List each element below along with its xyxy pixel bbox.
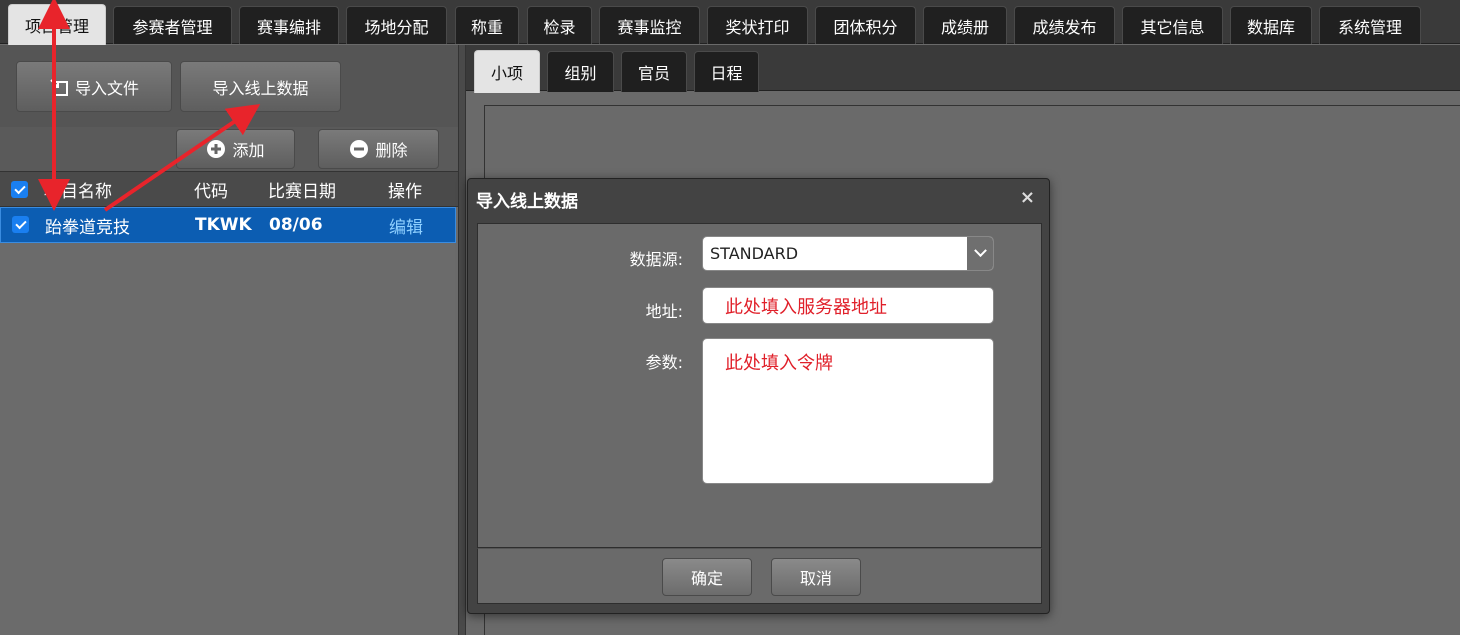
tab-event-scheduling[interactable]: 赛事编排	[239, 6, 339, 44]
import-file-label: 导入文件	[74, 78, 139, 98]
sub-tab-bar: 小项 组别 官员 日程	[466, 45, 1460, 93]
tab-system-management[interactable]: 系统管理	[1319, 6, 1421, 44]
tab-participant-management[interactable]: 参赛者管理	[113, 6, 232, 44]
address-label: 地址:	[645, 302, 683, 321]
select-all-checkbox[interactable]	[11, 181, 28, 198]
add-label: 添加	[232, 141, 265, 160]
confirm-button[interactable]: 确定	[662, 558, 752, 596]
datasource-value: STANDARD	[710, 244, 799, 263]
dialog-body: 数据源: STANDARD 地址: 此处填入服务器地址 参数: 此处填入令牌	[477, 223, 1042, 548]
col-action: 操作	[388, 181, 422, 202]
col-match-date[interactable]: 比赛日期	[268, 172, 336, 206]
datasource-label: 数据源:	[629, 250, 683, 269]
project-list-panel: 导入文件 导入线上数据 添加 删除 项目名称 代码 比赛日期 操作 跆拳道竞技 …	[0, 45, 458, 635]
tab-check-in[interactable]: 检录	[527, 6, 592, 44]
row-code: TKWK	[195, 215, 252, 235]
datasource-select[interactable]: STANDARD	[702, 236, 994, 271]
edit-link[interactable]: 编辑	[389, 208, 423, 242]
address-value: 此处填入服务器地址	[725, 296, 887, 318]
tab-database[interactable]: 数据库	[1230, 6, 1312, 44]
minus-circle-icon	[350, 140, 369, 158]
tab-officials[interactable]: 官员	[621, 51, 687, 92]
import-online-data-button[interactable]: 导入线上数据	[180, 61, 341, 112]
panel-splitter[interactable]	[458, 45, 466, 635]
params-label: 参数:	[645, 353, 683, 372]
col-project-name[interactable]: 项目名称	[44, 172, 112, 206]
address-input[interactable]: 此处填入服务器地址	[702, 287, 994, 324]
tab-team-points[interactable]: 团体积分	[815, 6, 916, 44]
dialog-footer: 确定 取消	[477, 548, 1042, 604]
table-row[interactable]: 跆拳道竞技 TKWK 08/06 编辑	[0, 207, 456, 243]
add-button[interactable]: 添加	[176, 129, 295, 169]
left-toolbar: 导入文件 导入线上数据	[0, 45, 458, 127]
row-date: 08/06	[269, 215, 323, 235]
tab-venue-allocation[interactable]: 场地分配	[346, 6, 447, 44]
import-file-button[interactable]: 导入文件	[16, 61, 172, 112]
plus-circle-icon	[207, 140, 226, 158]
import-online-data-dialog: 导入线上数据 × 数据源: STANDARD 地址: 此处填入服务器地址 参数:…	[467, 178, 1050, 614]
tab-other-info[interactable]: 其它信息	[1122, 6, 1223, 44]
row-actions-bar: 添加 删除	[0, 127, 458, 171]
close-icon[interactable]: ×	[1020, 187, 1035, 208]
import-online-data-label: 导入线上数据	[212, 78, 309, 98]
params-value: 此处填入令牌	[725, 353, 833, 374]
row-checkbox[interactable]	[12, 216, 29, 233]
top-nav-bar: 项目管理 参赛者管理 赛事编排 场地分配 称重 检录 赛事监控 奖状打印 团体积…	[0, 0, 1460, 45]
row-project-name: 跆拳道竞技	[45, 217, 130, 238]
tab-results-book[interactable]: 成绩册	[923, 6, 1007, 44]
delete-button[interactable]: 删除	[318, 129, 439, 169]
chevron-down-icon[interactable]	[967, 237, 993, 270]
params-textarea[interactable]: 此处填入令牌	[702, 338, 994, 484]
project-table-header: 项目名称 代码 比赛日期 操作	[0, 171, 458, 207]
tab-groups[interactable]: 组别	[547, 51, 614, 92]
tab-schedule[interactable]: 日程	[694, 51, 759, 92]
tab-event-monitor[interactable]: 赛事监控	[599, 6, 700, 44]
tab-weigh-in[interactable]: 称重	[455, 6, 519, 44]
tab-sub-events[interactable]: 小项	[474, 50, 540, 93]
tab-results-publish[interactable]: 成绩发布	[1014, 6, 1115, 44]
col-code[interactable]: 代码	[194, 172, 228, 206]
tab-project-management[interactable]: 项目管理	[8, 4, 106, 45]
dialog-title: 导入线上数据	[476, 192, 578, 212]
delete-label: 删除	[375, 141, 408, 160]
cancel-button[interactable]: 取消	[771, 558, 861, 596]
import-file-icon	[50, 78, 68, 96]
tab-certificate-print[interactable]: 奖状打印	[707, 6, 808, 44]
